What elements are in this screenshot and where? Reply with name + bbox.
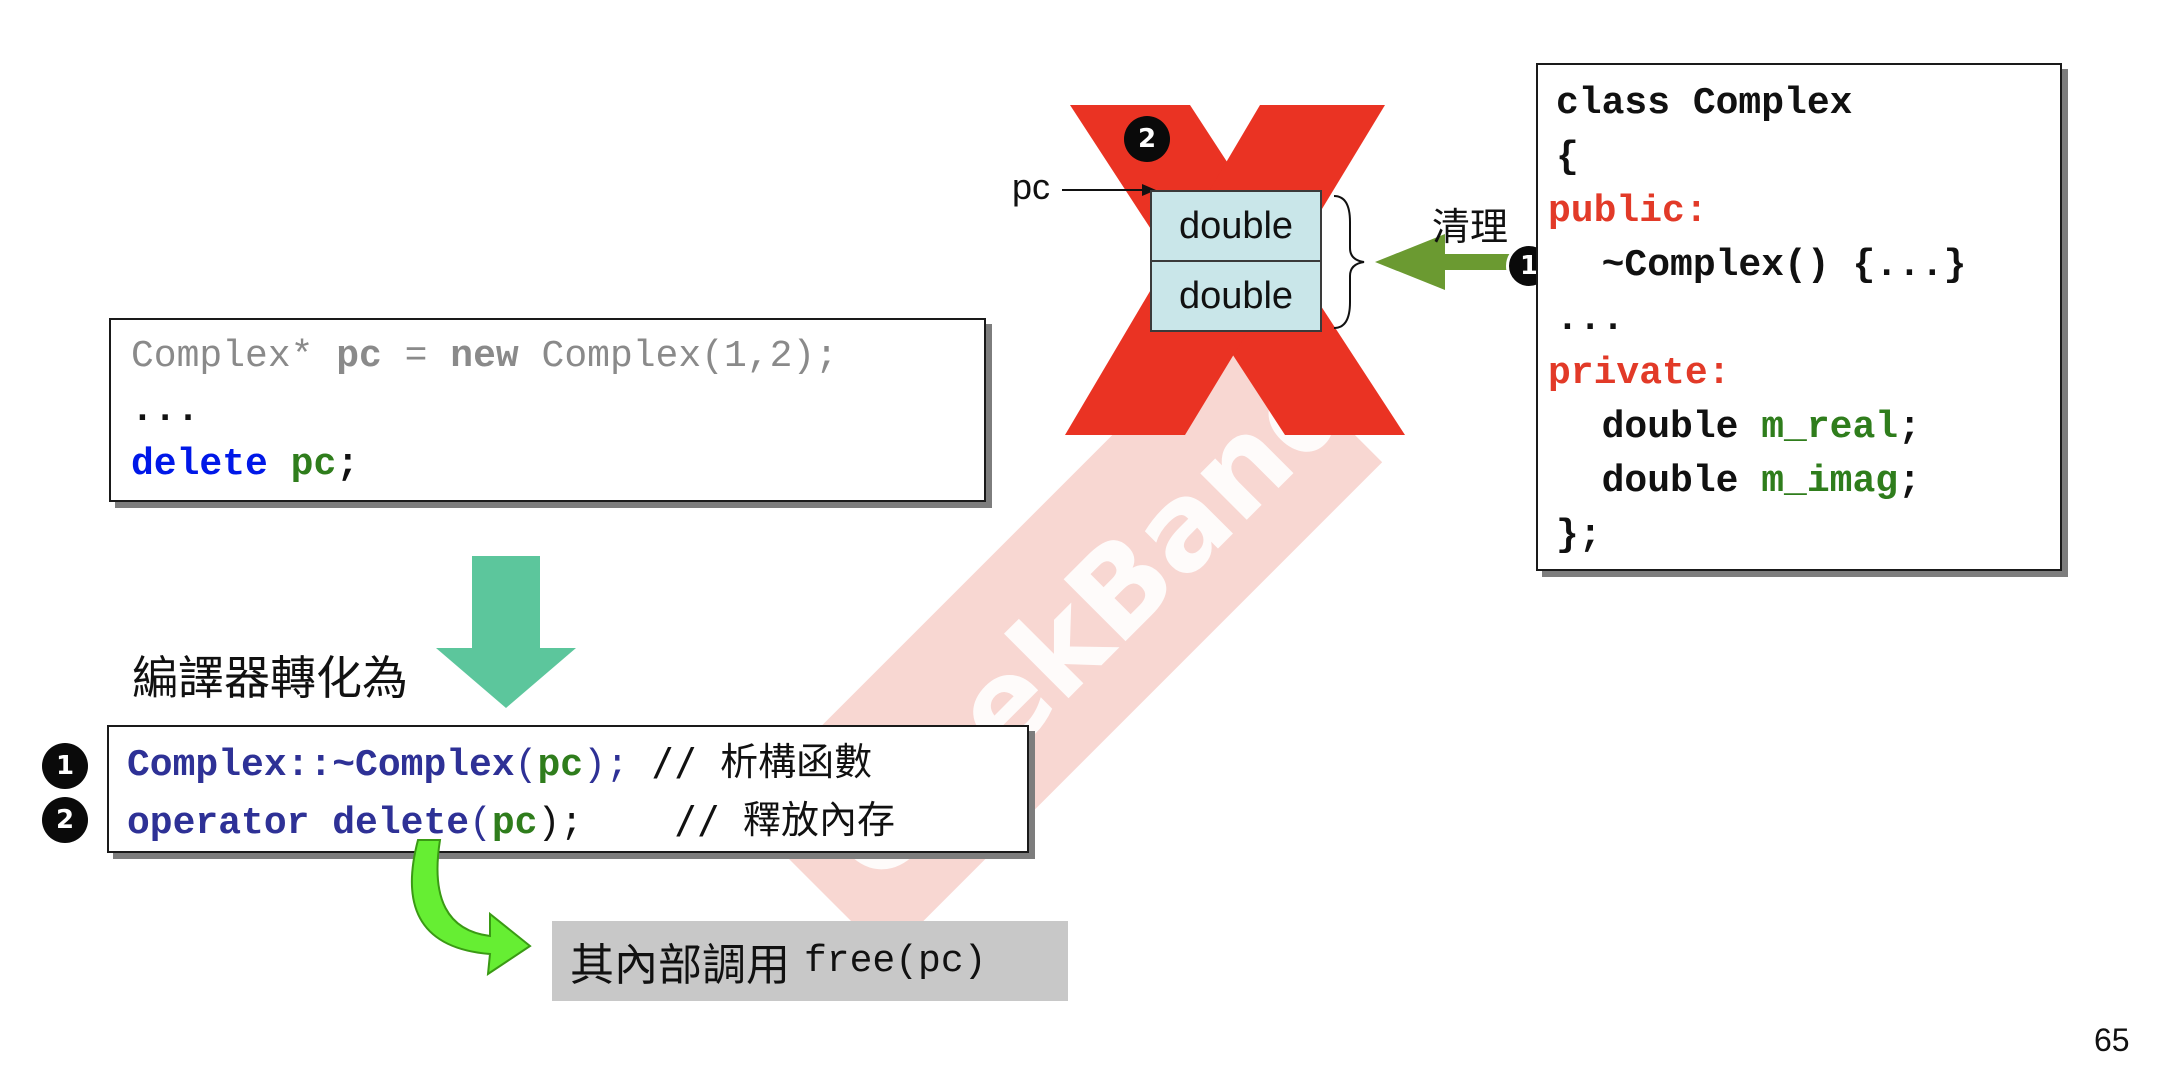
free-note-code: free(pc) bbox=[804, 939, 987, 983]
memory-cell-2: double bbox=[1150, 260, 1322, 332]
pointer-label: pc bbox=[1012, 166, 1051, 207]
class-line-ellipsis: ... bbox=[1556, 298, 1625, 341]
free-note: 其內部調用 free(pc) bbox=[552, 921, 1068, 1001]
translated-code-box: Complex::~Complex(pc); // 析構函數 operator … bbox=[107, 725, 1029, 853]
class-line-destructor: ~Complex() {...} bbox=[1556, 244, 1967, 287]
class-code-box: class Complex { public: ~Complex() {...}… bbox=[1536, 63, 2062, 571]
cleanup-label: 清理 bbox=[1432, 207, 1509, 249]
pointer-arrow bbox=[1062, 184, 1156, 196]
translated-line-delete: operator delete(pc); // 釋放內存 bbox=[127, 798, 895, 845]
step-badge-2: 2 bbox=[42, 797, 88, 843]
class-line-real: double m_real; bbox=[1556, 406, 1921, 449]
source-line-delete: delete pc; bbox=[131, 443, 360, 486]
source-code-box: Complex* pc = new Complex(1,2); ... dele… bbox=[109, 318, 986, 502]
step-badge-1: 1 bbox=[42, 743, 88, 789]
curved-arrow-icon bbox=[410, 839, 532, 977]
class-line-imag: double m_imag; bbox=[1556, 460, 1921, 503]
memory-badge-2: 2 bbox=[1124, 116, 1170, 162]
class-line-private: private: bbox=[1548, 352, 1731, 395]
source-line-ellipsis: ... bbox=[131, 389, 200, 432]
down-arrow-icon bbox=[436, 556, 576, 708]
class-line-end: }; bbox=[1556, 514, 1602, 557]
memory-brace bbox=[1333, 195, 1365, 329]
class-line-public: public: bbox=[1548, 190, 1708, 233]
source-line-new: Complex* pc = new Complex(1,2); bbox=[131, 335, 838, 378]
class-line-2: { bbox=[1556, 136, 1579, 179]
compiler-label: 編譯器轉化為 bbox=[132, 651, 408, 705]
free-note-text: 其內部調用 bbox=[570, 940, 790, 991]
translated-line-destructor: Complex::~Complex(pc); // 析構函數 bbox=[127, 740, 873, 787]
page-number: 65 bbox=[2094, 1022, 2130, 1058]
memory-cell-1: double bbox=[1150, 190, 1322, 262]
class-line-1: class Complex bbox=[1556, 82, 1853, 125]
